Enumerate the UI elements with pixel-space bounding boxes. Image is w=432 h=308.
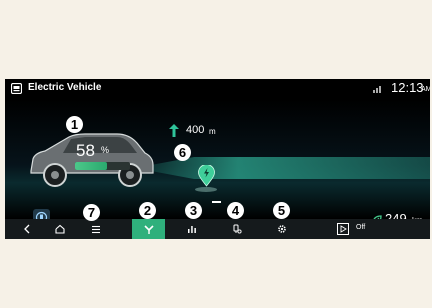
play-icon: [340, 225, 347, 233]
battery-level-bar: [75, 162, 130, 170]
media-toggle-button[interactable]: [337, 223, 349, 235]
callout-marker-7: 7: [83, 204, 100, 221]
charge-settings-icon: [233, 224, 242, 234]
pin-shadow: [195, 187, 217, 192]
charging-management-button[interactable]: [226, 219, 248, 239]
charging-station-pin-icon[interactable]: [198, 165, 215, 187]
status-bar: Electric Vehicle 12:13 AM: [5, 79, 430, 99]
home-button[interactable]: [50, 219, 70, 239]
energy-chart-icon: [188, 226, 196, 233]
up-arrow-icon: [169, 124, 179, 137]
ev-app-icon: [11, 83, 22, 94]
battery-level-fill: [75, 162, 107, 170]
clock: 12:13: [391, 80, 424, 95]
route-distance: 400: [186, 124, 205, 136]
menu-button[interactable]: [85, 219, 107, 239]
callout-marker-2: 2: [139, 202, 156, 219]
battery-percent: 58: [76, 141, 95, 160]
clock-ampm: AM: [421, 86, 430, 93]
signal-icon: [373, 86, 381, 93]
battery-percent-unit: %: [101, 145, 110, 155]
callout-marker-4: 4: [227, 202, 244, 219]
route-distance-unit: m: [209, 127, 216, 136]
back-icon: [24, 224, 30, 234]
media-status-label: Off: [356, 224, 366, 231]
callout-marker-5: 5: [273, 202, 290, 219]
callout-marker-3: 3: [185, 202, 202, 219]
bottom-nav-bar: Off: [5, 219, 430, 239]
callout-marker-1: 1: [66, 116, 83, 133]
menu-icon: [92, 225, 100, 233]
back-button[interactable]: [17, 219, 37, 239]
app-title: Electric Vehicle: [28, 82, 102, 93]
energy-info-button[interactable]: [181, 219, 203, 239]
home-icon: [55, 224, 65, 234]
ev-leaf-icon: [143, 224, 154, 234]
settings-button[interactable]: [271, 219, 293, 239]
ev-tab-button[interactable]: [132, 219, 165, 239]
gear-icon: [278, 225, 286, 233]
ev-screen: Electric Vehicle 12:13 AM 58 % 400 m Off: [5, 79, 430, 239]
callout-marker-6: 6: [174, 144, 191, 161]
callout-range-dash: [212, 201, 221, 203]
